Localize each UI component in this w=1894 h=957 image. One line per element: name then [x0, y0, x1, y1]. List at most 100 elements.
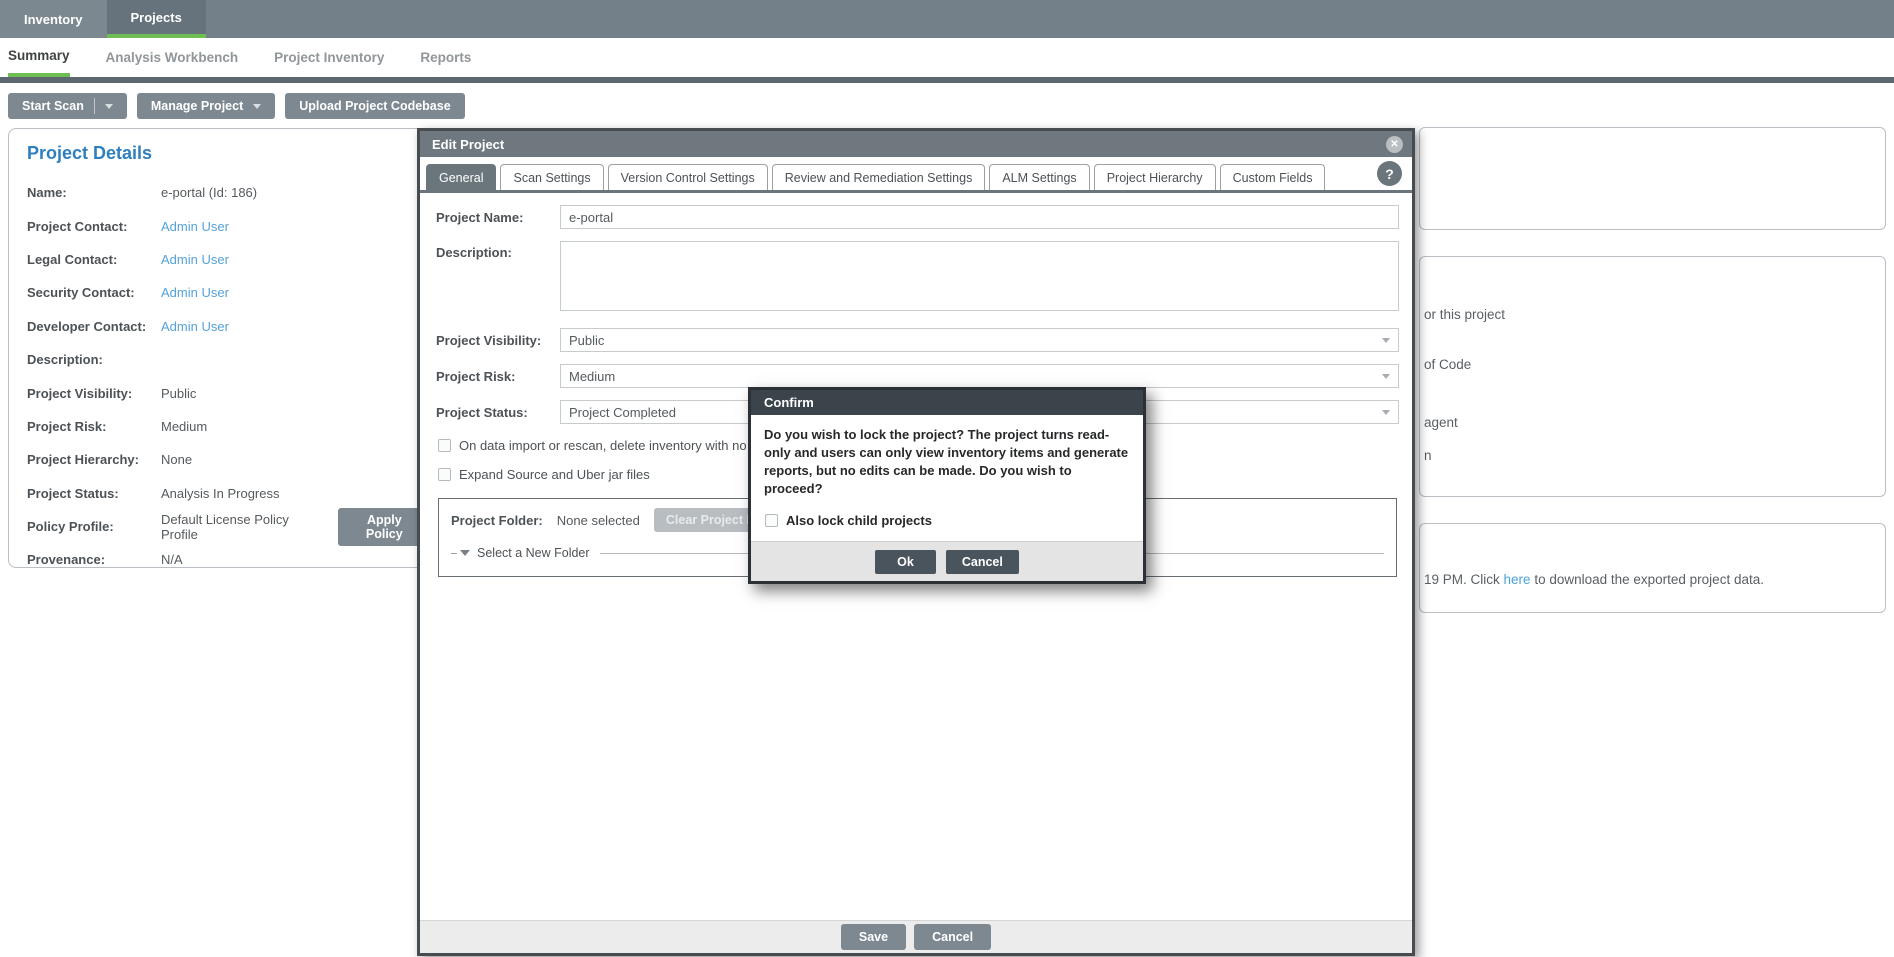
start-scan-button[interactable]: Start Scan	[8, 93, 127, 119]
developer-contact-link[interactable]: Admin User	[161, 319, 229, 334]
start-scan-label: Start Scan	[22, 99, 84, 113]
detail-row-status: Project Status: Analysis In Progress	[9, 477, 431, 510]
top-nav-bar: Inventory Projects	[0, 0, 1894, 38]
project-visibility-label: Project Visibility:	[436, 333, 560, 348]
project-details-panel: Project Details Name: e-portal (Id: 186)…	[8, 128, 432, 568]
confirm-dialog-footer: Ok Cancel	[751, 541, 1143, 581]
confirm-dialog-title: Confirm	[764, 395, 814, 410]
start-scan-caret-icon[interactable]	[105, 104, 113, 109]
detail-label: Security Contact:	[27, 285, 161, 300]
detail-label: Policy Profile:	[27, 519, 161, 534]
description-label: Description:	[436, 241, 560, 260]
detail-row-developer-contact: Developer Contact: Admin User	[9, 310, 431, 343]
chevron-down-icon	[1382, 338, 1390, 343]
start-scan-divider	[94, 98, 95, 114]
detail-label: Project Status:	[27, 486, 161, 501]
lock-child-projects-row: Also lock child projects	[765, 513, 1131, 528]
detail-label: Project Visibility:	[27, 386, 161, 401]
project-risk-label: Project Risk:	[436, 369, 560, 384]
nav-tab-projects[interactable]: Projects	[107, 0, 206, 38]
project-name-input[interactable]	[560, 205, 1399, 229]
save-button[interactable]: Save	[841, 924, 906, 950]
delete-inventory-checkbox[interactable]	[438, 439, 451, 452]
background-text-fragment: or this project	[1424, 307, 1505, 322]
export-data-text: 19 PM. Click here to download the export…	[1424, 572, 1764, 587]
security-contact-link[interactable]: Admin User	[161, 285, 229, 300]
project-risk-select[interactable]: Medium	[560, 364, 1399, 388]
detail-label: Provenance:	[27, 552, 161, 567]
tab-version-control-settings[interactable]: Version Control Settings	[608, 164, 768, 190]
nav-tab-inventory[interactable]: Inventory	[0, 0, 107, 38]
subnav-tab-project-inventory[interactable]: Project Inventory	[274, 38, 384, 77]
detail-label: Description:	[27, 352, 161, 367]
edit-dialog-footer: Save Cancel	[420, 920, 1412, 953]
detail-value: Default License Policy Profile	[161, 512, 326, 542]
nav-tab-inventory-label: Inventory	[24, 12, 83, 27]
detail-row-hierarchy: Project Hierarchy: None	[9, 443, 431, 476]
manage-project-caret-icon	[253, 104, 261, 109]
export-text-suffix: to download the exported project data.	[1531, 572, 1764, 587]
project-contact-link[interactable]: Admin User	[161, 219, 229, 234]
confirm-dialog-header: Confirm	[751, 390, 1143, 415]
export-text-prefix: 19 PM. Click	[1424, 572, 1504, 587]
tab-custom-fields[interactable]: Custom Fields	[1220, 164, 1326, 190]
lock-child-projects-checkbox[interactable]	[765, 514, 778, 527]
project-status-label: Project Status:	[436, 405, 560, 420]
upload-project-codebase-button[interactable]: Upload Project Codebase	[285, 93, 464, 119]
edit-dialog-title: Edit Project	[432, 137, 504, 152]
detail-row-legal-contact: Legal Contact: Admin User	[9, 243, 431, 276]
detail-value: e-portal (Id: 186)	[161, 185, 257, 200]
nav-tab-projects-label: Projects	[131, 10, 182, 25]
upload-codebase-label: Upload Project Codebase	[299, 99, 450, 113]
detail-row-name: Name: e-portal (Id: 186)	[9, 176, 431, 209]
background-text-fragment: of Code	[1424, 357, 1471, 372]
detail-value: Public	[161, 386, 196, 401]
confirm-dialog: Confirm Do you wish to lock the project?…	[748, 387, 1146, 584]
help-icon[interactable]: ?	[1377, 161, 1402, 186]
project-visibility-value: Public	[569, 333, 604, 348]
project-status-value: Project Completed	[569, 405, 676, 420]
cancel-button[interactable]: Cancel	[914, 924, 991, 950]
close-icon[interactable]: ✕	[1386, 136, 1403, 153]
project-name-row: Project Name:	[436, 205, 1399, 229]
manage-project-button[interactable]: Manage Project	[137, 93, 275, 119]
expand-source-checkbox[interactable]	[438, 468, 451, 481]
legal-contact-link[interactable]: Admin User	[161, 252, 229, 267]
project-folder-label: Project Folder:	[451, 513, 543, 528]
subnav-tab-reports[interactable]: Reports	[420, 38, 471, 77]
edit-dialog-header: Edit Project ✕	[420, 131, 1412, 157]
tab-review-remediation-settings[interactable]: Review and Remediation Settings	[772, 164, 986, 190]
ok-button[interactable]: Ok	[875, 550, 936, 574]
detail-value: Medium	[161, 419, 207, 434]
manage-project-label: Manage Project	[151, 99, 243, 113]
project-risk-row: Project Risk: Medium	[436, 364, 1399, 388]
detail-label: Name:	[27, 185, 161, 200]
edit-dialog-tabbar: General Scan Settings Version Control Se…	[420, 157, 1412, 193]
detail-value: Analysis In Progress	[161, 486, 280, 501]
project-details-title: Project Details	[27, 143, 431, 164]
confirm-cancel-button[interactable]: Cancel	[946, 550, 1019, 574]
tab-general[interactable]: General	[426, 164, 496, 190]
select-new-folder-label: Select a New Folder	[477, 546, 590, 560]
background-text-fragment: agent	[1424, 415, 1458, 430]
detail-row-visibility: Project Visibility: Public	[9, 376, 431, 409]
project-visibility-select[interactable]: Public	[560, 328, 1399, 352]
confirm-message: Do you wish to lock the project? The pro…	[764, 426, 1131, 498]
description-textarea[interactable]	[560, 241, 1399, 311]
detail-row-risk: Project Risk: Medium	[9, 410, 431, 443]
detail-label: Project Risk:	[27, 419, 161, 434]
detail-value: N/A	[161, 552, 183, 567]
download-here-link[interactable]: here	[1504, 572, 1531, 587]
subnav-tab-summary[interactable]: Summary	[8, 38, 70, 77]
chevron-down-icon	[1382, 410, 1390, 415]
tab-alm-settings[interactable]: ALM Settings	[989, 164, 1089, 190]
expand-source-checkbox-label: Expand Source and Uber jar files	[459, 467, 650, 482]
detail-label: Project Hierarchy:	[27, 452, 161, 467]
subnav-tab-analysis-workbench[interactable]: Analysis Workbench	[106, 38, 239, 77]
right-panel-bottom	[1419, 523, 1886, 613]
tab-scan-settings[interactable]: Scan Settings	[500, 164, 603, 190]
tab-project-hierarchy[interactable]: Project Hierarchy	[1094, 164, 1216, 190]
project-folder-selected-value: None selected	[557, 513, 640, 528]
detail-label: Legal Contact:	[27, 252, 161, 267]
detail-row-description: Description:	[9, 343, 431, 376]
